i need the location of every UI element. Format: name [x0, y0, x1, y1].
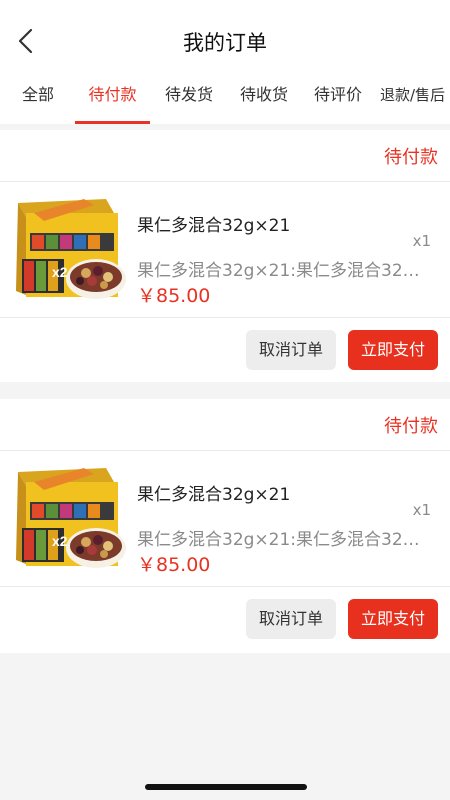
- order-tabs: 全部 待付款 待发货 待收货 待评价 退款/售后: [0, 82, 450, 124]
- page-title: 我的订单: [183, 31, 267, 55]
- order-card: 待付款 x2 果仁多混合32g×21 x1 果仁多混合32g×21:果仁多混合3…: [0, 399, 450, 653]
- order-header: 待付款: [0, 399, 450, 451]
- tab-pending-review[interactable]: 待评价: [313, 82, 363, 124]
- product-spec: 果仁多混合32g×21:果仁多混合32g×21: [137, 530, 429, 550]
- svg-text:x2: x2: [52, 533, 68, 549]
- cancel-order-button[interactable]: 取消订单: [246, 330, 336, 370]
- product-quantity: x1: [412, 501, 431, 519]
- pay-now-button[interactable]: 立即支付: [348, 330, 438, 370]
- tab-pending-receipt[interactable]: 待收货: [239, 82, 289, 124]
- orders-page: 我的订单 全部 待付款 待发货 待收货 待评价 退款/售后 待付款 x2 果仁多…: [0, 0, 450, 800]
- order-status: 待付款: [384, 416, 438, 437]
- svg-text:x2: x2: [52, 264, 68, 280]
- pay-now-button[interactable]: 立即支付: [348, 599, 438, 639]
- home-indicator: [145, 784, 307, 790]
- order-actions: 取消订单 立即支付: [0, 587, 450, 651]
- product-thumbnail: x2: [16, 199, 126, 299]
- tab-label: 全部: [21, 85, 54, 104]
- order-product[interactable]: x2 果仁多混合32g×21 x1 果仁多混合32g×21:果仁多混合32g×2…: [0, 451, 450, 587]
- tab-label: 待评价: [313, 85, 362, 104]
- tab-label: 退款/售后: [379, 86, 446, 104]
- tab-pending-payment[interactable]: 待付款: [75, 82, 150, 124]
- active-tab-indicator: [75, 121, 150, 124]
- order-actions: 取消订单 立即支付: [0, 318, 450, 382]
- product-price: ￥85.00: [137, 285, 211, 307]
- product-quantity: x1: [412, 232, 431, 250]
- cancel-order-button[interactable]: 取消订单: [246, 599, 336, 639]
- order-product[interactable]: x2 果仁多混合32g×21 x1 果仁多混合32g×21:果仁多混合32g×2…: [0, 182, 450, 318]
- tab-pending-shipment[interactable]: 待发货: [164, 82, 214, 124]
- order-card: 待付款 x2 果仁多混合32g×21 x1 果仁多混合32g×21:果仁多混合3…: [0, 130, 450, 382]
- order-status: 待付款: [384, 147, 438, 168]
- product-thumbnail: x2: [16, 468, 126, 568]
- product-spec: 果仁多混合32g×21:果仁多混合32g×21: [137, 261, 429, 281]
- tab-refund-aftersale[interactable]: 退款/售后: [375, 82, 450, 124]
- tab-label: 待收货: [239, 85, 288, 104]
- tab-all[interactable]: 全部: [18, 82, 58, 124]
- nav-bar: 我的订单: [0, 0, 450, 82]
- order-header: 待付款: [0, 130, 450, 182]
- product-name: 果仁多混合32g×21: [137, 485, 291, 505]
- tab-label: 待发货: [164, 85, 213, 104]
- tab-label: 待付款: [88, 85, 137, 104]
- product-name: 果仁多混合32g×21: [137, 216, 291, 236]
- product-price: ￥85.00: [137, 554, 211, 576]
